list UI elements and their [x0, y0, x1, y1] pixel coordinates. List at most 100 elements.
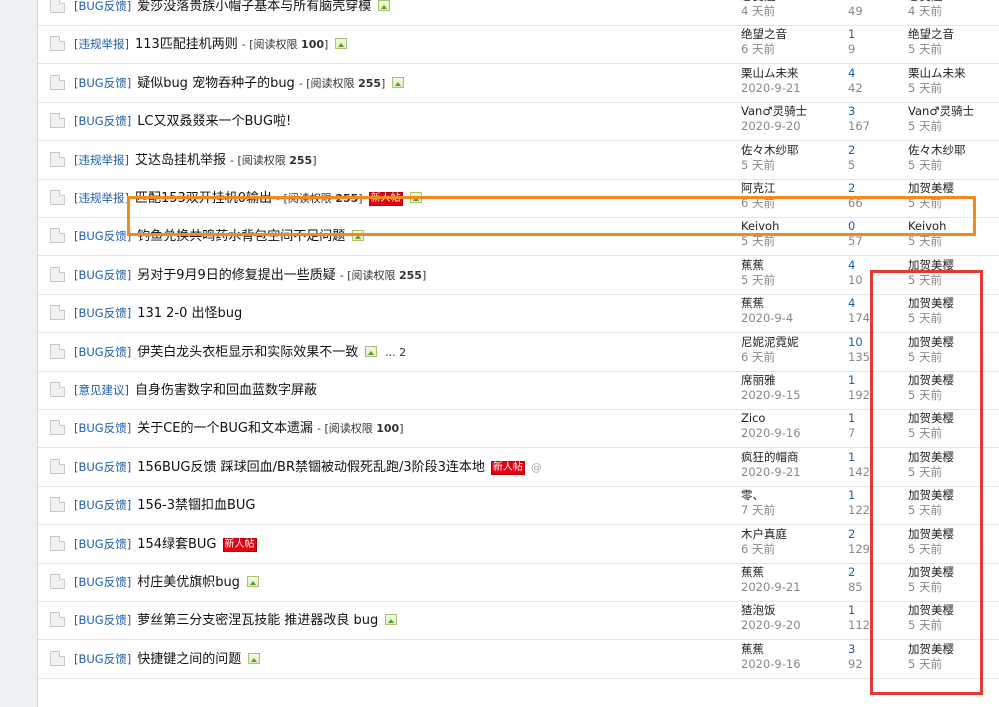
- document-icon[interactable]: [50, 612, 65, 628]
- author-name[interactable]: 绝望之音: [741, 27, 787, 42]
- reply-count[interactable]: 2: [848, 565, 863, 580]
- document-icon[interactable]: [50, 305, 65, 321]
- last-post-time[interactable]: 5 天前: [908, 503, 954, 518]
- thread-category-link[interactable]: [BUG反馈]: [74, 537, 131, 551]
- thread-category-link[interactable]: [BUG反馈]: [74, 268, 131, 282]
- last-post-user[interactable]: 加贺美樱: [908, 373, 954, 388]
- thread-title-link[interactable]: 匹配153双开挂机0输出: [135, 191, 272, 206]
- thread-row[interactable]: [BUG反馈] 疑似bug 宠物吞种子的bug - [阅读权限 255] 栗山ム…: [38, 64, 999, 103]
- reply-count[interactable]: 4: [848, 66, 863, 81]
- author-name[interactable]: 零、: [741, 488, 775, 503]
- thread-category-link[interactable]: [BUG反馈]: [74, 229, 131, 243]
- document-icon[interactable]: [50, 574, 65, 589]
- last-post-time[interactable]: 5 天前: [908, 273, 954, 288]
- reply-count[interactable]: 3: [848, 104, 870, 119]
- thread-row[interactable]: [BUG反馈] 钓鱼兑换共鸣药水背包空间不足问题 Keivoh 5 天前 0 5…: [38, 217, 999, 257]
- last-post-user[interactable]: 加贺美樱: [908, 411, 954, 426]
- thread-title-link[interactable]: 钓鱼兑换共鸣药水背包空间不足问题: [137, 229, 345, 244]
- thread-title-link[interactable]: 疑似bug 宠物吞种子的bug: [137, 76, 295, 91]
- last-post-user[interactable]: 栗山ム未来: [908, 66, 966, 81]
- author-name[interactable]: Van♂灵骑士: [741, 104, 807, 119]
- document-icon[interactable]: [50, 74, 65, 90]
- thread-category-link[interactable]: [BUG反馈]: [74, 345, 131, 359]
- author-name[interactable]: 栗山ム未来: [741, 66, 801, 81]
- last-post-time[interactable]: 5 天前: [908, 542, 954, 557]
- thread-category-link[interactable]: [BUG反馈]: [74, 575, 131, 589]
- author-name[interactable]: 蕉蕉: [741, 296, 793, 311]
- last-post-time[interactable]: 5 天前: [908, 426, 954, 441]
- last-post-time[interactable]: 5 天前: [908, 618, 954, 633]
- author-name[interactable]: 蕉蕉: [741, 565, 801, 580]
- reply-count[interactable]: 1: [848, 450, 870, 465]
- thread-title-link[interactable]: 伊芙白龙头衣柜显示和实际效果不一致: [137, 345, 358, 360]
- author-name[interactable]: Zico: [741, 411, 801, 426]
- document-icon[interactable]: [50, 151, 65, 167]
- reply-count[interactable]: 2: [848, 181, 863, 196]
- document-icon[interactable]: [50, 266, 65, 282]
- thread-row[interactable]: [BUG反馈] 131 2-0 出怪bug 蕉蕉 2020-9-4 4 174 …: [38, 294, 999, 334]
- reply-count[interactable]: 4: [848, 296, 870, 311]
- document-icon[interactable]: [50, 343, 65, 359]
- thread-category-link[interactable]: [BUG反馈]: [74, 0, 131, 13]
- last-post-user[interactable]: 加贺美樱: [908, 181, 954, 196]
- document-icon[interactable]: [50, 228, 65, 244]
- thread-row[interactable]: [BUG反馈] 156BUG反馈 踩球回血/BR禁锢被动假死乱跑/3阶段3连本地…: [38, 448, 999, 487]
- last-post-time[interactable]: 5 天前: [908, 465, 954, 480]
- last-post-user[interactable]: 加贺美樱: [908, 296, 954, 311]
- thread-title-link[interactable]: 村庄美优旗帜bug: [137, 575, 240, 590]
- thread-title-link[interactable]: 爱莎没落贵族小帽子基本与所有脑壳穿模: [137, 0, 371, 14]
- last-post-user[interactable]: Van♂灵骑士: [908, 104, 974, 119]
- last-post-user[interactable]: 绝望之音: [908, 27, 954, 42]
- thread-row[interactable]: [BUG反馈] 关于CE的一个BUG和文本遗漏 - [阅读权限 100] Zic…: [38, 409, 999, 449]
- thread-row[interactable]: [BUG反馈] 萝丝第三分支密涅瓦技能 推进器改良 bug 猹泡饭 2020-9…: [38, 601, 999, 641]
- thread-category-link[interactable]: [意见建议]: [74, 383, 129, 397]
- document-icon[interactable]: [50, 190, 65, 205]
- last-post-user[interactable]: 加贺美樱: [908, 527, 954, 542]
- reply-count[interactable]: 1: [848, 488, 870, 503]
- thread-row[interactable]: [BUG反馈] 伊芙白龙头衣柜显示和实际效果不一致 ... 2 尼妮泥霓妮 6 …: [38, 333, 999, 372]
- thread-title-link[interactable]: 快捷键之间的问题: [137, 652, 241, 667]
- author-name[interactable]: 阿克江: [741, 181, 776, 196]
- thread-row[interactable]: [BUG反馈] 爱莎没落贵族小帽子基本与所有脑壳穿模 总受逝 4 天前 0 49…: [38, 0, 999, 26]
- document-icon[interactable]: [50, 420, 65, 436]
- thread-row[interactable]: [BUG反馈] 154绿套BUG 新人帖 木户真庭 6 天前 2 129 加贺美…: [38, 525, 999, 564]
- document-icon[interactable]: [50, 0, 65, 13]
- reply-count[interactable]: 4: [848, 258, 863, 273]
- thread-title-link[interactable]: 154绿套BUG: [137, 537, 216, 552]
- thread-category-link[interactable]: [BUG反馈]: [74, 498, 131, 512]
- author-name[interactable]: 疯狂的帽商: [741, 450, 801, 465]
- last-post-time[interactable]: 5 天前: [908, 388, 954, 403]
- thread-row[interactable]: [BUG反馈] 快捷键之间的问题 蕉蕉 2020-9-16 3 92 加贺美樱 …: [38, 640, 999, 679]
- thread-category-link[interactable]: [BUG反馈]: [74, 306, 131, 320]
- last-post-user[interactable]: Keivoh: [908, 219, 946, 234]
- thread-category-link[interactable]: [BUG反馈]: [74, 421, 131, 435]
- author-name[interactable]: 佐々木纱耶: [741, 143, 799, 158]
- thread-title-link[interactable]: 156BUG反馈 踩球回血/BR禁锢被动假死乱跑/3阶段3连本地: [137, 460, 485, 475]
- last-post-user[interactable]: 加贺美樱: [908, 258, 954, 273]
- reply-count[interactable]: 2: [848, 527, 870, 542]
- author-name[interactable]: Keivoh: [741, 219, 779, 234]
- last-post-time[interactable]: 5 天前: [908, 42, 954, 57]
- thread-row[interactable]: [BUG反馈] 另对于9月9日的修复提出一些质疑 - [阅读权限 255] 蕉蕉…: [38, 256, 999, 295]
- thread-title-link[interactable]: 另对于9月9日的修复提出一些质疑: [137, 268, 336, 283]
- last-post-user[interactable]: 加贺美樱: [908, 450, 954, 465]
- author-name[interactable]: 蕉蕉: [741, 258, 775, 273]
- thread-category-link[interactable]: [违规举报]: [74, 191, 129, 205]
- thread-row[interactable]: [BUG反馈] LC又双叒叕来一个BUG啦! Van♂灵骑士 2020-9-20…: [38, 102, 999, 142]
- last-post-time[interactable]: 5 天前: [908, 657, 954, 672]
- thread-title-link[interactable]: 131 2-0 出怪bug: [137, 306, 242, 321]
- thread-row[interactable]: [BUG反馈] 村庄美优旗帜bug 蕉蕉 2020-9-21 2 85 加贺美樱…: [38, 563, 999, 602]
- author-name[interactable]: 蕉蕉: [741, 642, 801, 657]
- document-icon[interactable]: [50, 535, 65, 551]
- thread-title-link[interactable]: 113匹配挂机两则: [135, 37, 238, 52]
- last-post-time[interactable]: 5 天前: [908, 196, 954, 211]
- reply-count[interactable]: 10: [848, 335, 870, 350]
- thread-title-link[interactable]: 艾达岛挂机举报: [135, 153, 226, 168]
- last-post-time[interactable]: 5 天前: [908, 119, 974, 134]
- thread-row[interactable]: [违规举报] 艾达岛挂机举报 - [阅读权限 255] 佐々木纱耶 5 天前 2…: [38, 141, 999, 180]
- thread-row[interactable]: [意见建议] 自身伤害数字和回血蓝数字屏蔽 席丽雅 2020-9-15 1 19…: [38, 371, 999, 410]
- reply-count[interactable]: 1: [848, 603, 870, 618]
- last-post-user[interactable]: 加贺美樱: [908, 335, 954, 350]
- last-post-time[interactable]: 5 天前: [908, 234, 946, 249]
- document-icon[interactable]: [50, 113, 65, 129]
